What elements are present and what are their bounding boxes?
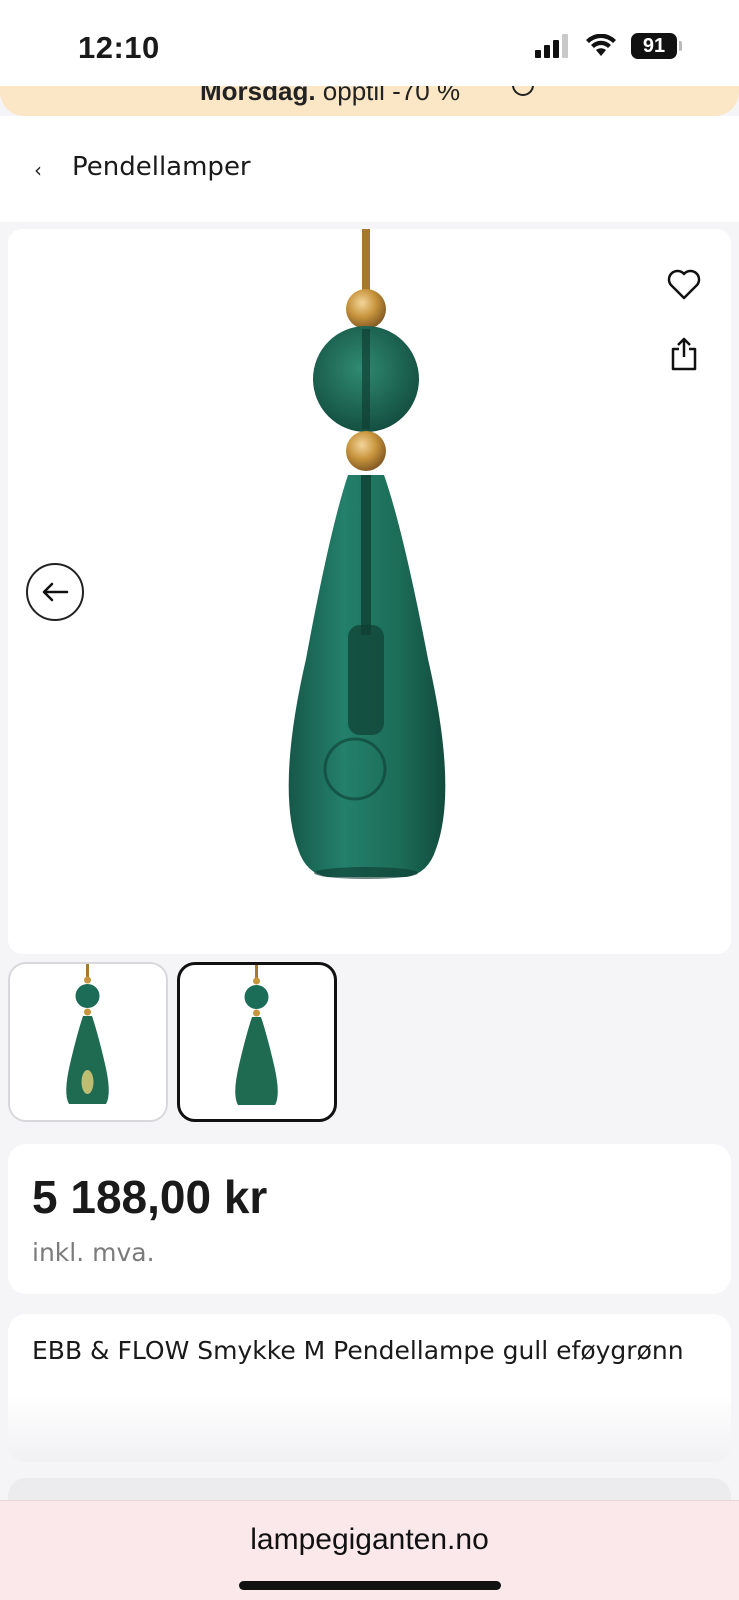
browser-address-bar[interactable]: lampegiganten.no [0,1500,739,1600]
product-image [288,229,446,879]
breadcrumb: ‹ Pendellamper [0,116,739,222]
thumbnail-image [235,965,278,1105]
heart-icon[interactable] [667,269,701,301]
chevron-left-icon[interactable]: ‹ [34,158,42,182]
thumbnail-1[interactable] [8,962,168,1122]
arrow-left-icon [42,582,69,602]
status-time: 12:10 [78,30,160,65]
vat-note: inkl. mva. [32,1238,155,1267]
url-text[interactable]: lampegiganten.no [0,1523,739,1557]
battery-icon: 91 [631,33,682,59]
promo-bold: Morsdag. [200,86,316,106]
status-icons: 91 [535,33,682,59]
previous-image-button[interactable] [26,563,84,621]
product-image-gallery[interactable] [8,229,731,954]
home-indicator[interactable] [239,1581,501,1590]
price-card: 5 188,00 kr inkl. mva. [8,1144,731,1294]
wifi-icon [586,34,616,56]
status-bar: 12:10 91 [0,0,739,90]
product-price: 5 188,00 kr [32,1171,268,1223]
signal-icon [535,34,568,58]
battery-level: 91 [642,34,666,57]
product-title-card: EBB & FLOW Smykke M Pendellampe gull efø… [8,1314,731,1462]
promo-discount: opptil -70 % [315,86,461,106]
thumbnail-image [66,964,109,1104]
thumbnail-2[interactable] [177,962,337,1122]
product-title: EBB & FLOW Smykke M Pendellampe gull efø… [32,1336,684,1365]
share-icon[interactable] [671,337,697,371]
promo-banner[interactable]: Morsdag. opptil -70 % [0,86,739,116]
info-icon[interactable] [512,86,534,96]
promo-text: Morsdag. opptil -70 % [200,86,460,107]
breadcrumb-category[interactable]: Pendellamper [72,152,251,182]
